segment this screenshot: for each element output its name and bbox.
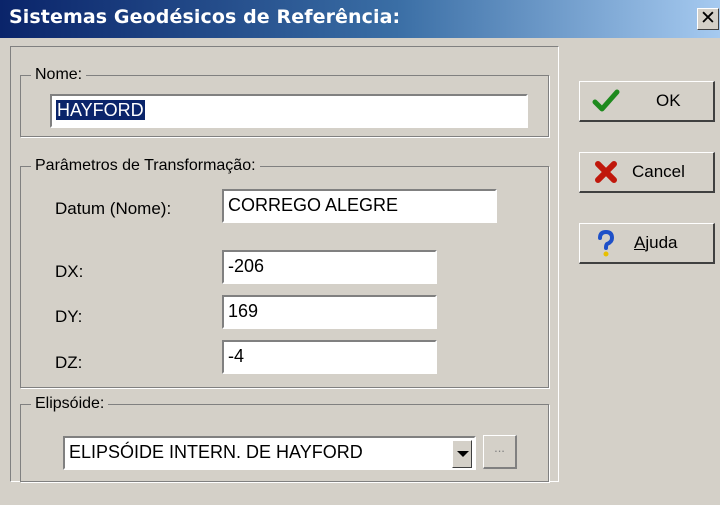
help-label-rest: juda xyxy=(645,233,678,252)
cancel-label: Cancel xyxy=(632,162,685,181)
nome-value: HAYFORD xyxy=(56,100,145,120)
chevron-down-icon[interactable] xyxy=(452,440,472,468)
window-title: Sistemas Geodésicos de Referência: xyxy=(9,6,401,28)
dy-input[interactable]: 169 xyxy=(222,295,437,329)
title-bar[interactable]: Sistemas Geodésicos de Referência: ✕ xyxy=(0,0,720,38)
x-icon xyxy=(595,161,617,183)
ok-label: OK xyxy=(656,91,681,110)
dialog-window: Sistemas Geodésicos de Referência: ✕ Nom… xyxy=(0,0,720,505)
question-mark-icon xyxy=(598,229,615,257)
dz-value: -4 xyxy=(228,346,245,366)
elipsoide-browse-button[interactable]: ... xyxy=(483,435,517,469)
elipsoide-select[interactable]: ELIPSÓIDE INTERN. DE HAYFORD xyxy=(63,436,476,470)
cancel-button[interactable]: Cancel xyxy=(579,152,715,193)
dz-label: DZ: xyxy=(55,353,83,372)
datum-label: Datum (Nome): xyxy=(55,199,172,218)
transform-legend: Parâmetros de Transformação: xyxy=(31,157,260,175)
close-icon: ✕ xyxy=(700,7,716,29)
dx-value: -206 xyxy=(228,256,265,276)
dy-value: 169 xyxy=(228,301,259,321)
dz-input[interactable]: -4 xyxy=(222,340,437,374)
elipsoide-legend: Elipsóide: xyxy=(31,395,109,413)
help-button[interactable]: Ajuda xyxy=(579,223,715,264)
dx-label: DX: xyxy=(55,262,84,281)
help-mnemonic: A xyxy=(634,233,646,252)
dy-label: DY: xyxy=(55,307,83,326)
elipsoide-value: ELIPSÓIDE INTERN. DE HAYFORD xyxy=(69,442,363,462)
checkmark-icon xyxy=(592,89,620,112)
datum-value: CORREGO ALEGRE xyxy=(228,195,399,215)
dx-input[interactable]: -206 xyxy=(222,250,437,284)
ok-button[interactable]: OK xyxy=(579,81,715,122)
help-label: Ajuda xyxy=(634,233,677,253)
nome-legend: Nome: xyxy=(31,66,87,84)
close-button[interactable]: ✕ xyxy=(697,8,719,30)
datum-input[interactable]: CORREGO ALEGRE xyxy=(222,189,497,223)
nome-input[interactable]: HAYFORD xyxy=(50,94,528,128)
ellipsis-label: ... xyxy=(494,440,505,455)
